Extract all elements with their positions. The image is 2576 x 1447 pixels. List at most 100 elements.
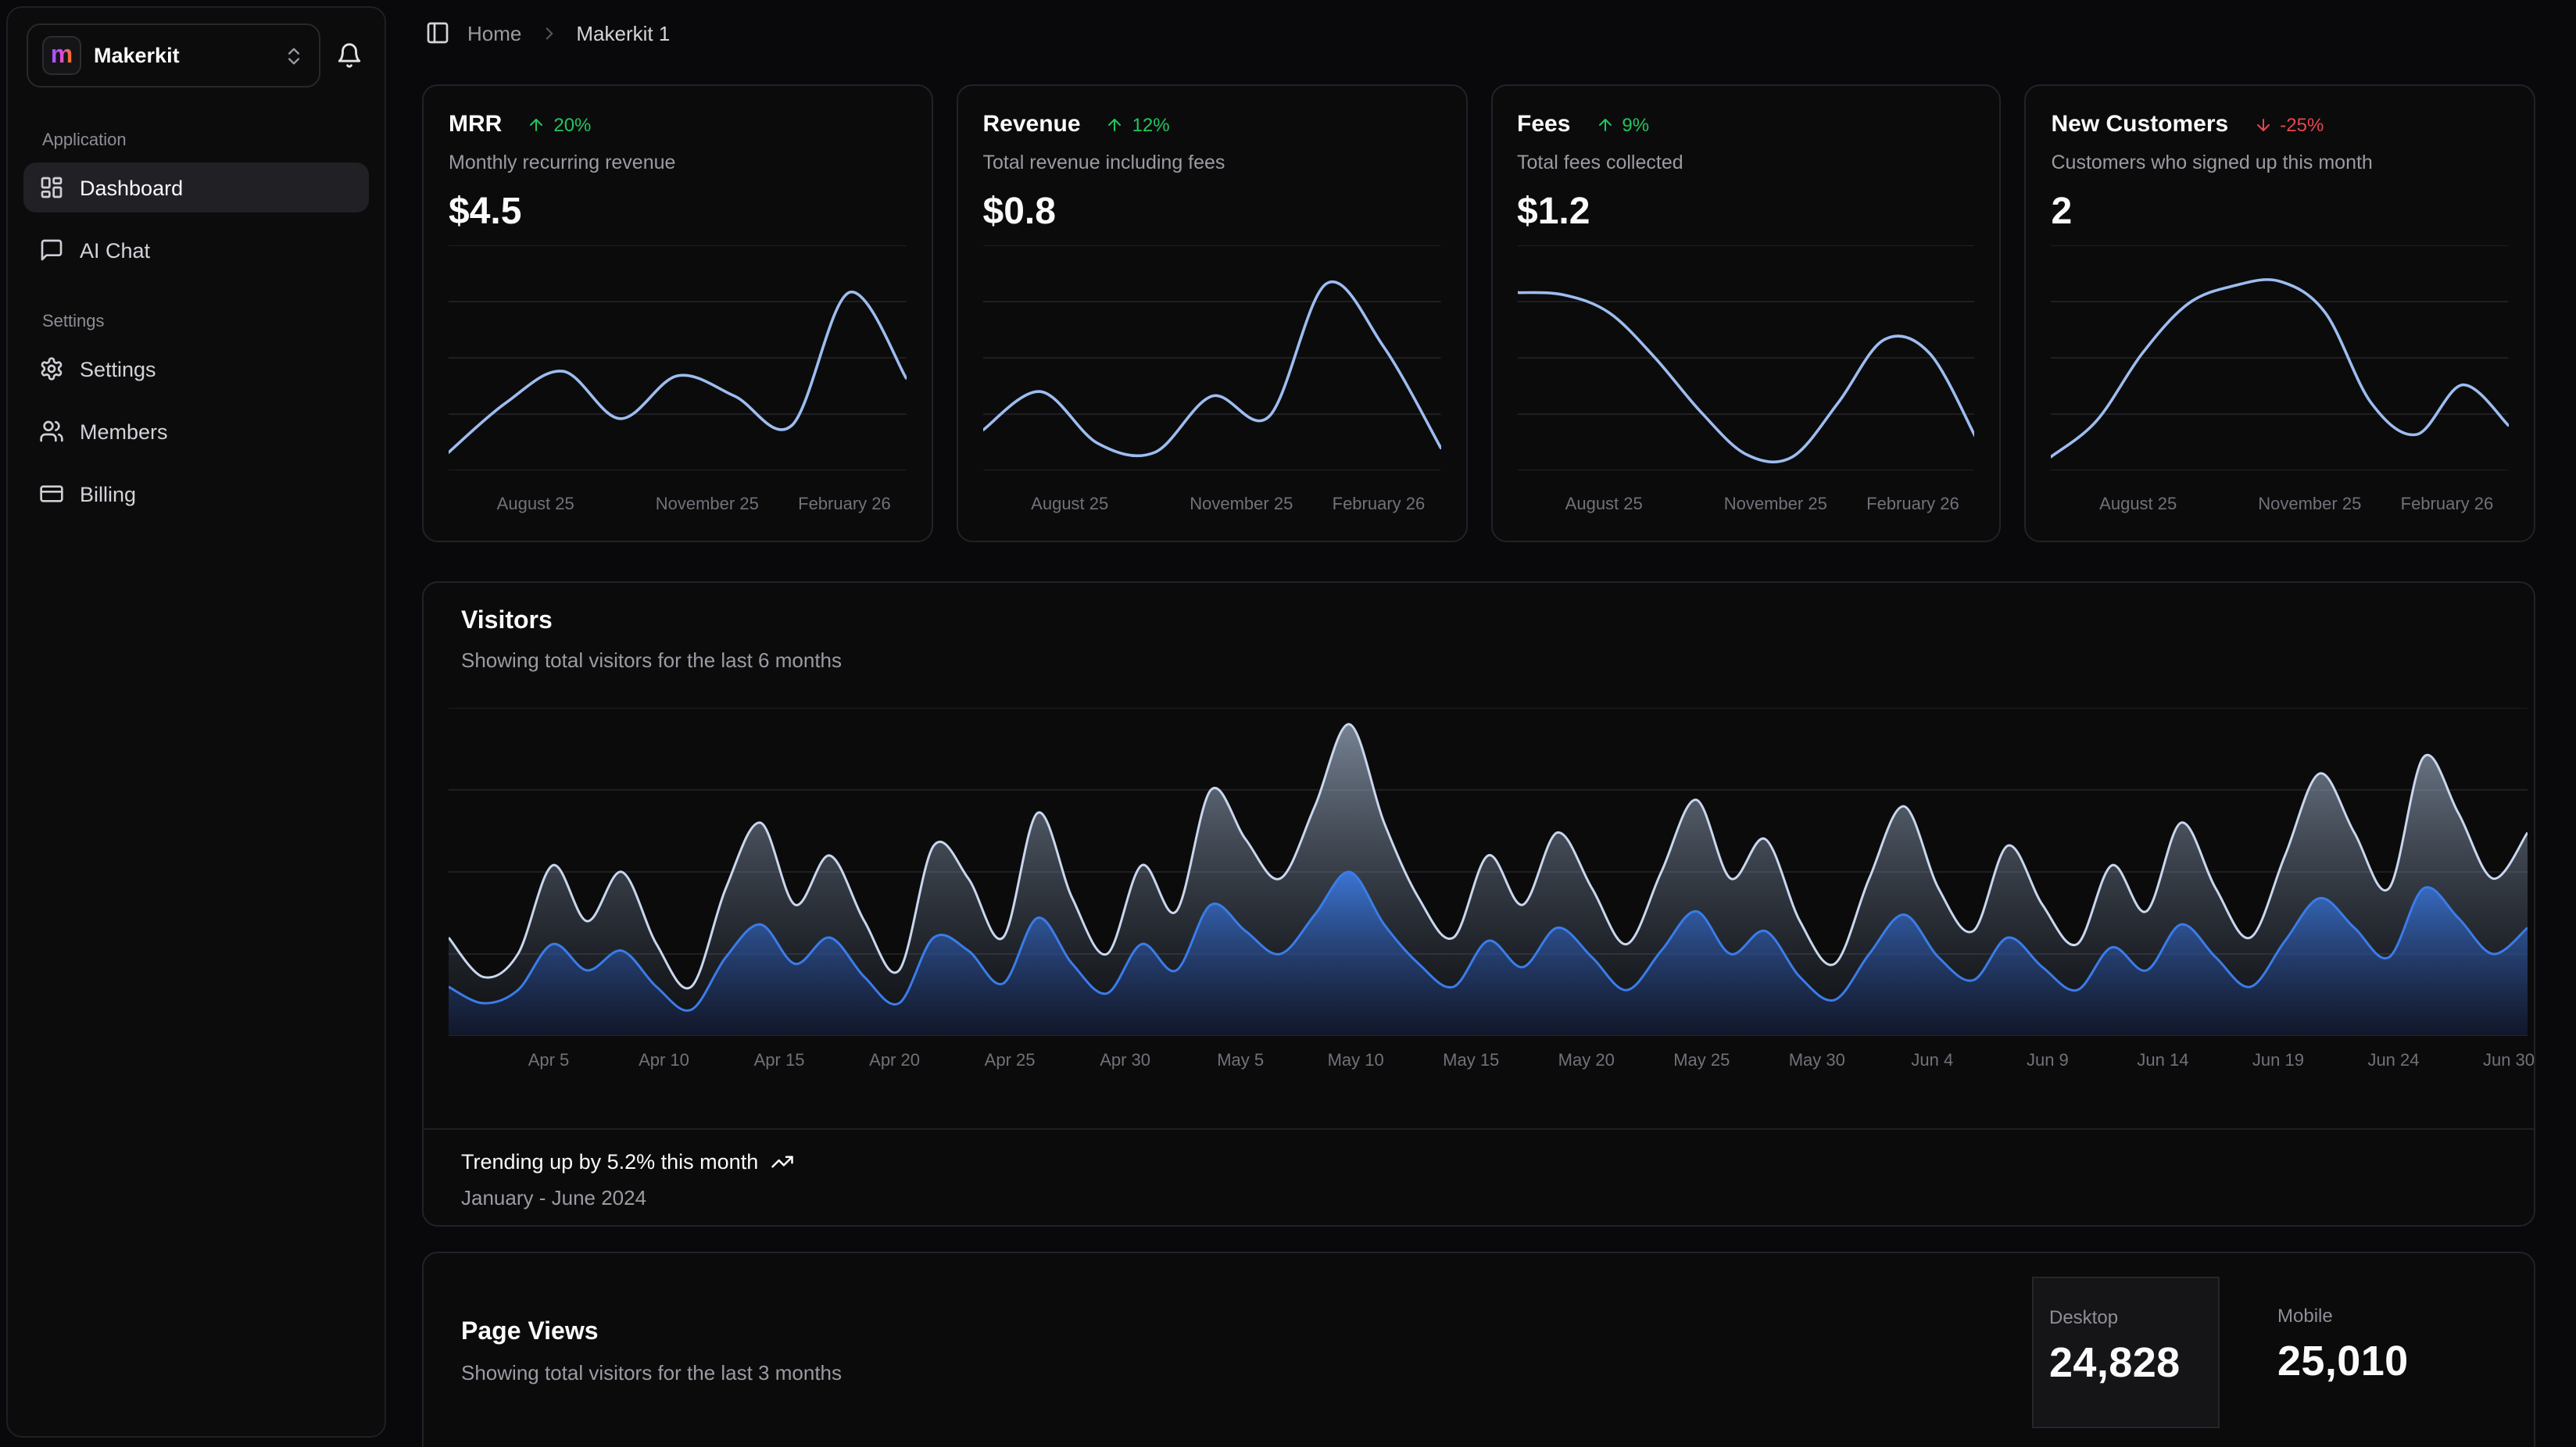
x-tick: February 26 (1866, 495, 1959, 514)
fees-sparkline-chart (1517, 245, 1975, 470)
x-tick: Jun 9 (2027, 1052, 2069, 1070)
visitors-area-chart (449, 708, 2528, 1036)
stat-card-new-customers: New Customers -25% Customers who signed … (2025, 84, 2536, 542)
stat-value: 2 (2052, 191, 2510, 234)
page-views-card: Page Views Showing total visitors for th… (422, 1252, 2535, 1447)
x-tick: Apr 25 (985, 1052, 1036, 1070)
stat-title: MRR (449, 111, 502, 138)
desktop-toggle[interactable]: Desktop 24,828 (2032, 1277, 2220, 1428)
new-customers-sparkline-chart (2052, 245, 2510, 470)
sidebar-item-dashboard[interactable]: Dashboard (23, 163, 369, 213)
page-views-subtitle: Showing total visitors for the last 3 mo… (461, 1361, 842, 1384)
sidebar-item-billing[interactable]: Billing (23, 469, 369, 519)
message-square-icon (39, 238, 64, 263)
x-tick: Apr 10 (639, 1052, 689, 1070)
x-tick: August 25 (1565, 495, 1643, 514)
sparkline-x-labels: August 25 November 25 February 26 (1517, 495, 1975, 517)
trend-badge: 12% (1106, 113, 1170, 135)
stat-value: $4.5 (449, 191, 907, 234)
x-tick: May 25 (1673, 1052, 1730, 1070)
x-tick: February 26 (2401, 495, 2494, 514)
desktop-label: Desktop (2049, 1306, 2202, 1328)
x-tick: Apr 20 (869, 1052, 920, 1070)
x-tick: November 25 (656, 495, 759, 514)
sidebar-toggle-icon[interactable] (425, 20, 450, 45)
stat-card-fees: Fees 9% Total fees collected $1.2 August… (1490, 84, 2002, 542)
workspace-selector[interactable]: m Makerkit (27, 23, 320, 88)
breadcrumb-home[interactable]: Home (467, 21, 521, 45)
stat-title: Revenue (983, 111, 1081, 138)
trending-up-icon (771, 1150, 794, 1174)
stat-value: $0.8 (983, 191, 1441, 234)
trend-badge: -25% (2253, 113, 2324, 135)
makerkit-logo: m (42, 36, 81, 75)
sidebar-item-settings[interactable]: Settings (23, 344, 369, 394)
x-tick: Jun 19 (2252, 1052, 2304, 1070)
x-tick: February 26 (798, 495, 891, 514)
visitors-card: Visitors Showing total visitors for the … (422, 581, 2535, 1227)
sidebar-item-label: Dashboard (80, 176, 183, 199)
x-tick: Apr 15 (754, 1052, 805, 1070)
arrow-up-icon (1595, 115, 1614, 134)
workspace-name: Makerkit (94, 44, 270, 67)
x-tick: May 30 (1789, 1052, 1845, 1070)
trend-value: -25% (2280, 113, 2324, 135)
trend-badge: 9% (1595, 113, 1649, 135)
sparkline-x-labels: August 25 November 25 February 26 (2052, 495, 2510, 517)
x-tick: Apr 30 (1100, 1052, 1150, 1070)
desktop-value: 24,828 (2049, 1339, 2202, 1388)
x-tick: May 20 (1558, 1052, 1615, 1070)
stat-title: Fees (1517, 111, 1570, 138)
layout-dashboard-icon (39, 175, 64, 200)
notifications-bell-icon[interactable] (333, 36, 366, 75)
stat-card-revenue: Revenue 12% Total revenue including fees… (957, 84, 1468, 542)
sidebar-item-label: Members (80, 420, 168, 443)
x-tick: August 25 (2099, 495, 2177, 514)
trend-value: 12% (1132, 113, 1170, 135)
stat-cards-row: MRR 20% Monthly recurring revenue $4.5 A… (422, 84, 2535, 542)
x-tick: August 25 (1031, 495, 1108, 514)
stat-title: New Customers (2052, 111, 2229, 138)
mobile-value: 25,010 (2277, 1338, 2474, 1386)
sidebar-item-members[interactable]: Members (23, 406, 369, 456)
visitors-x-axis: Apr 5 Apr 10 Apr 15 Apr 20 Apr 25 Apr 30… (449, 1052, 2528, 1077)
sidebar: m Makerkit Application Dashboard (6, 6, 386, 1438)
chevron-right-icon (538, 23, 559, 43)
x-tick: Jun 24 (2367, 1052, 2419, 1070)
sparkline-x-labels: August 25 November 25 February 26 (449, 495, 907, 517)
chevrons-up-down-icon (283, 45, 305, 66)
breadcrumb: Home Makerkit 1 (425, 20, 670, 45)
arrow-up-icon (527, 115, 546, 134)
workspace-row: m Makerkit (8, 8, 385, 88)
stat-description: Total fees collected (1517, 152, 1975, 173)
sidebar-nav-settings: Settings Members Billing (8, 344, 385, 519)
breadcrumb-current: Makerkit 1 (576, 21, 670, 45)
dashboard-page: m Makerkit Application Dashboard (0, 0, 2576, 1447)
sidebar-item-label: Settings (80, 357, 156, 381)
x-tick: May 10 (1328, 1052, 1384, 1070)
mobile-toggle[interactable]: Mobile 25,010 (2256, 1277, 2490, 1428)
sidebar-section-settings: Settings (42, 313, 385, 331)
sidebar-item-label: AI Chat (80, 238, 150, 262)
credit-card-icon (39, 481, 64, 506)
sidebar-nav-application: Dashboard AI Chat (8, 163, 385, 275)
x-tick: August 25 (497, 495, 574, 514)
sidebar-item-ai-chat[interactable]: AI Chat (23, 225, 369, 275)
visitors-date-range: January - June 2024 (461, 1186, 2496, 1209)
stat-description: Total revenue including fees (983, 152, 1441, 173)
visitors-trend-text: Trending up by 5.2% this month (461, 1150, 758, 1174)
trend-value: 20% (553, 113, 591, 135)
mrr-sparkline-chart (449, 245, 907, 470)
gear-icon (39, 356, 64, 381)
x-tick: May 5 (1217, 1052, 1264, 1070)
sparkline-x-labels: August 25 November 25 February 26 (983, 495, 1441, 517)
stat-value: $1.2 (1517, 191, 1975, 234)
page-views-title: Page Views (461, 1319, 842, 1347)
sidebar-item-label: Billing (80, 482, 136, 506)
arrow-up-icon (1106, 115, 1125, 134)
stat-description: Monthly recurring revenue (449, 152, 907, 173)
x-tick: November 25 (2258, 495, 2361, 514)
x-tick: November 25 (1724, 495, 1827, 514)
x-tick: Jun 4 (1911, 1052, 1953, 1070)
stat-description: Customers who signed up this month (2052, 152, 2510, 173)
